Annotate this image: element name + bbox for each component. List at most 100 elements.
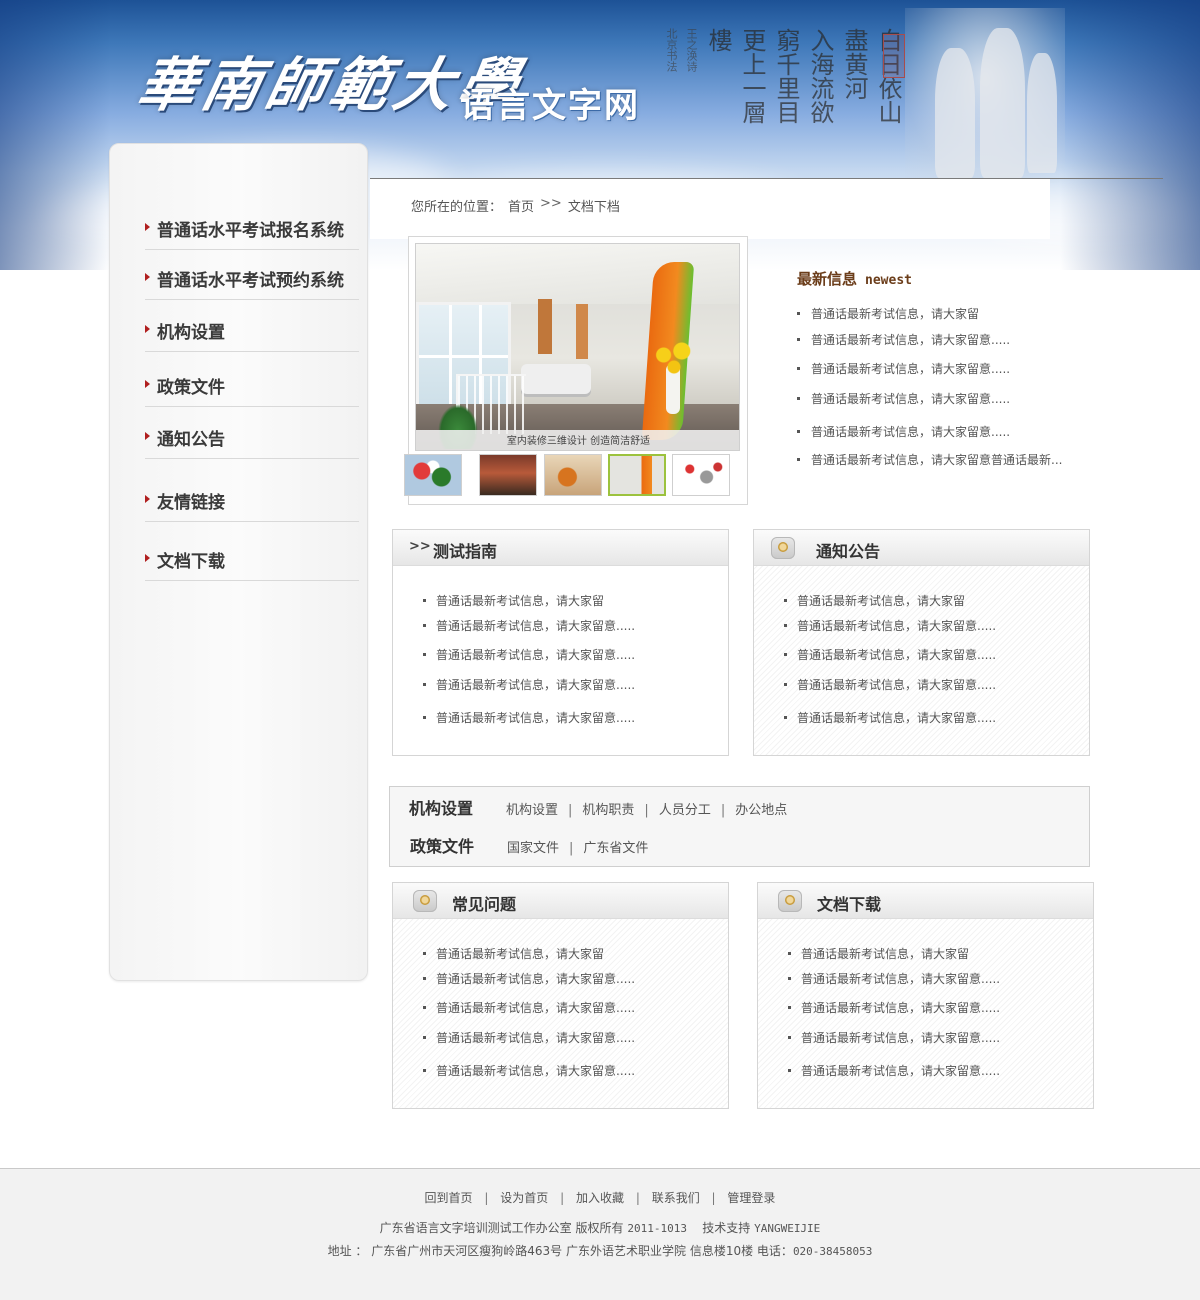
sidebar: 普通话水平考试报名系统 普通话水平考试预约系统 机构设置 政策文件 通知公告 友… [109,143,368,981]
box-header: >> 测试指南 [393,530,728,566]
calligraphy-small-col: 北京书法 [665,28,678,72]
notices-title[interactable]: 通知公告 [816,538,880,562]
calligraphy-col: 窮千里目 [772,28,800,124]
list-item[interactable]: 普通话最新考试信息，请大家留意..... [423,709,635,726]
newest-item[interactable]: 普通话最新考试信息，请大家留 [797,305,979,322]
footer-link-admin-login[interactable]: 管理登录 [727,1191,775,1205]
red-arrow-icon [145,495,150,503]
list-item[interactable]: 普通话最新考试信息，请大家留 [423,592,604,609]
double-chevron-icon: >> [409,539,431,554]
red-arrow-icon [145,380,150,388]
support-label: 技术支持 [702,1221,751,1235]
footer-link-set-homepage[interactable]: 设为首页 [500,1191,548,1205]
red-arrow-icon [145,325,150,333]
newest-item[interactable]: 普通话最新考试信息，请大家留意..... [797,423,1010,440]
links-row-label: 机构设置 [409,799,474,818]
list-item[interactable]: 普通话最新考试信息，请大家留意..... [423,676,635,693]
site-name: 语言文字网 [460,86,640,126]
slideshow-thumbnail-figures[interactable] [672,454,730,496]
link-separator: | [569,841,574,856]
list-item[interactable]: 普通话最新考试信息，请大家留 [784,592,965,609]
sidebar-item-label: 文档下载 [157,552,225,572]
calligraphy-col: 盡黄河 [840,28,868,100]
newest-title: 最新信息 newest [797,268,912,289]
list-item[interactable]: 普通话最新考试信息，请大家留意..... [423,970,635,987]
newest-item[interactable]: 普通话最新考试信息，请大家留意..... [797,390,1010,407]
red-arrow-icon [145,223,150,231]
link-national-docs[interactable]: 国家文件 [507,837,559,856]
sidebar-item-registration[interactable]: 普通话水平考试报名系统 [145,216,359,250]
slideshow-thumbnail-cartoon[interactable] [404,454,462,496]
downloads-title[interactable]: 文档下载 [817,891,881,915]
sidebar-item-label: 机构设置 [157,323,225,343]
links-row-policy: 政策文件 国家文件 | 广东省文件 [410,833,648,857]
breadcrumb-current: 文档下档 [567,200,620,215]
downloads-box: 文档下载 普通话最新考试信息，请大家留 普通话最新考试信息，请大家留意.....… [757,882,1094,1109]
breadcrumb-home-link[interactable]: 首页 [508,196,534,215]
list-item[interactable]: 普通话最新考试信息，请大家留意..... [788,1029,1000,1046]
list-item[interactable]: 普通话最新考试信息，请大家留意..... [423,1029,635,1046]
statue-image [905,8,1065,183]
address-org: 广东外语艺术职业学院 [565,1244,686,1258]
link-duties[interactable]: 机构职责 [582,799,634,818]
sidebar-item-label: 政策文件 [157,378,225,398]
footer-link-contact[interactable]: 联系我们 [652,1191,700,1205]
list-item[interactable]: 普通话最新考试信息，请大家留意..... [423,617,635,634]
link-province-docs[interactable]: 广东省文件 [583,837,648,856]
link-staff[interactable]: 人员分工 [659,799,711,818]
list-item[interactable]: 普通话最新考试信息，请大家留意..... [788,999,1000,1016]
list-item[interactable]: 普通话最新考试信息，请大家留 [423,945,604,962]
sidebar-item-organization[interactable]: 机构设置 [145,318,359,352]
footer-link-home[interactable]: 回到首页 [425,1191,473,1205]
address-label: 地址 ： [327,1244,368,1258]
red-arrow-icon [145,273,150,281]
gear-icon [771,537,795,559]
copyright-years: 2011-1013 [627,1222,687,1235]
sidebar-item-appointment[interactable]: 普通话水平考试预约系统 [145,266,359,300]
slideshow-thumbnail-sports[interactable] [544,454,602,496]
photo-panel [538,299,552,354]
list-item[interactable]: 普通话最新考试信息，请大家留意..... [788,1062,1000,1079]
newest-item[interactable]: 普通话最新考试信息，请大家留意普通话最新... [797,451,1062,468]
link-separator: | [568,803,573,818]
footer-copyright: 广东省语言文字培训测试工作办公室 版权所有 2011-1013 技术支持 YAN… [0,1219,1200,1236]
list-item[interactable]: 普通话最新考试信息，请大家留 [788,945,969,962]
link-organization[interactable]: 机构设置 [506,799,558,818]
list-item[interactable]: 普通话最新考试信息，请大家留意..... [784,617,996,634]
slideshow-thumbnail-interior[interactable] [608,454,666,496]
list-item[interactable]: 普通话最新考试信息，请大家留意..... [784,676,996,693]
list-item[interactable]: 普通话最新考试信息，请大家留意..... [784,646,996,663]
sidebar-item-links[interactable]: 友情链接 [145,488,359,522]
divider [370,178,1163,179]
calligraphy-col: 樓 [704,28,732,52]
sidebar-item-policy[interactable]: 政策文件 [145,373,359,407]
sidebar-item-label: 友情链接 [157,493,225,513]
sidebar-item-notices[interactable]: 通知公告 [145,425,359,459]
address-building: 信息楼10楼 [689,1244,754,1258]
link-office[interactable]: 办公地点 [735,799,787,818]
footer-separator: | [484,1191,489,1205]
footer-link-bookmark[interactable]: 加入收藏 [576,1191,624,1205]
statue-figure [1027,53,1057,173]
list-item[interactable]: 普通话最新考试信息，请大家留意..... [423,999,635,1016]
gear-icon [413,890,437,912]
slideshow-main-image[interactable]: 室内装修三维设计 创造简洁舒适 [415,243,740,451]
faq-title[interactable]: 常见问题 [452,891,516,915]
list-item[interactable]: 普通话最新考试信息，请大家留意..... [423,1062,635,1079]
test-guide-title[interactable]: 测试指南 [433,538,497,562]
newest-item[interactable]: 普通话最新考试信息，请大家留意..... [797,360,1010,377]
phone-label: 电话： [756,1244,793,1258]
newest-item[interactable]: 普通话最新考试信息，请大家留意..... [797,331,1010,348]
newest-title-en: newest [865,273,912,288]
list-item[interactable]: 普通话最新考试信息，请大家留意..... [784,709,996,726]
slideshow-thumbnail-room[interactable] [479,454,537,496]
sidebar-item-downloads[interactable]: 文档下载 [145,547,359,581]
calligraphy-small-col: 王之涣诗 [685,28,698,72]
breadcrumb-prefix: 您所在的位置： [411,200,503,215]
footer-separator: | [635,1191,640,1205]
sidebar-item-label: 普通话水平考试报名系统 [157,221,344,241]
photo-sofa [521,364,591,394]
newest-title-cn: 最新信息 [797,270,858,288]
list-item[interactable]: 普通话最新考试信息，请大家留意..... [788,970,1000,987]
list-item[interactable]: 普通话最新考试信息，请大家留意..... [423,646,635,663]
